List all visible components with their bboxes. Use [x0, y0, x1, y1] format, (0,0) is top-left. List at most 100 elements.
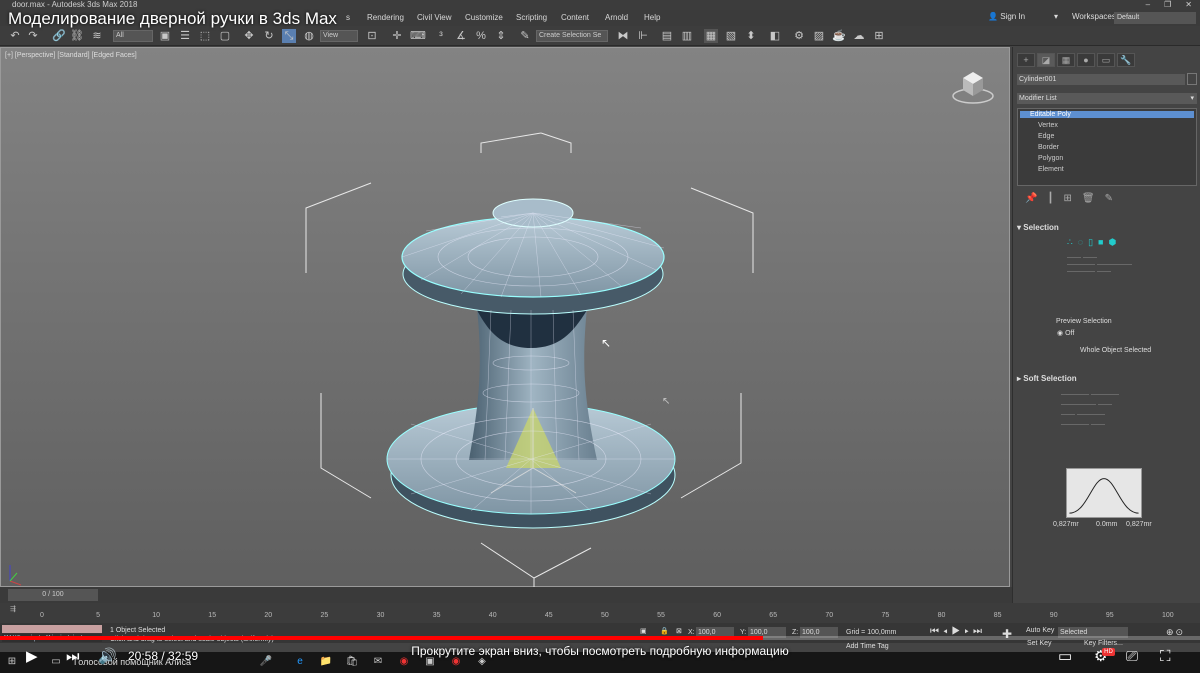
scale-icon[interactable]: ⤡: [282, 29, 296, 43]
stack-item-border[interactable]: Border: [1038, 144, 1059, 151]
bind-space-warp-icon[interactable]: ≋: [90, 29, 104, 43]
transform-mode-icon[interactable]: ⊠: [676, 627, 682, 635]
stack-item-editable-poly[interactable]: Editable Poly: [1020, 111, 1194, 118]
stack-toolbar: 📌 ┃ ⊞ 🗑 ✎: [1025, 193, 1113, 204]
make-unique-icon[interactable]: ⊞: [1063, 193, 1071, 204]
timeline-tick-label: 65: [769, 612, 778, 619]
display-tab-icon[interactable]: ▭: [1097, 53, 1115, 67]
hierarchy-tab-icon[interactable]: ▦: [1057, 53, 1075, 67]
menu-item-civil-view[interactable]: Civil View: [417, 13, 452, 22]
selection-filter-select[interactable]: All: [113, 30, 153, 42]
sign-in-button[interactable]: 👤 Sign In ▾: [988, 12, 1060, 24]
window-crossing-icon[interactable]: ▢: [218, 29, 232, 43]
undo-icon[interactable]: ↶: [8, 29, 22, 43]
remove-modifier-icon[interactable]: 🗑: [1082, 193, 1095, 204]
menu-item-content[interactable]: Content: [561, 13, 589, 22]
menu-item-scripting[interactable]: Scripting: [516, 13, 547, 22]
material-editor-icon[interactable]: ◧: [768, 29, 782, 43]
menu-item-customize[interactable]: Customize: [465, 13, 503, 22]
mirror-icon[interactable]: ⧓: [616, 29, 630, 43]
scene-explorer-icon[interactable]: ▤: [660, 29, 674, 43]
link-icon[interactable]: 🔗: [52, 29, 66, 43]
keyboard-shortcut-icon[interactable]: ⌨: [410, 29, 426, 43]
selection-rollout-title: Selection: [1023, 223, 1059, 232]
preview-selection-label: Preview Selection: [1056, 318, 1112, 325]
a360-gallery-icon[interactable]: ⊞: [872, 29, 886, 43]
maximize-icon[interactable]: ❐: [1164, 0, 1171, 10]
timeline-tick-label: 60: [713, 612, 721, 619]
disabled-option-3: ———— ——: [1067, 268, 1111, 275]
render-in-cloud-icon[interactable]: ☁: [852, 29, 866, 43]
snaps-toggle-icon[interactable]: ³: [434, 29, 448, 43]
rotate-icon[interactable]: ↻: [262, 29, 276, 43]
timeline-tick-label: 5: [96, 612, 100, 619]
pin-stack-icon[interactable]: 📌: [1025, 193, 1037, 204]
utilities-tab-icon[interactable]: 🔧: [1117, 53, 1135, 67]
video-progress-bar[interactable]: [0, 636, 1200, 640]
configure-modifier-sets-icon[interactable]: ✎: [1105, 193, 1113, 204]
minimize-icon[interactable]: –: [1146, 0, 1150, 10]
render-production-icon[interactable]: ☕: [832, 29, 846, 43]
stack-item-edge[interactable]: Edge: [1038, 133, 1054, 140]
render-setup-icon[interactable]: ⚙: [792, 29, 806, 43]
place-icon[interactable]: ◍: [302, 29, 316, 43]
stack-item-polygon[interactable]: Polygon: [1038, 155, 1063, 162]
preview-off-radio[interactable]: ◉ Off: [1057, 329, 1074, 337]
angle-snap-icon[interactable]: ∡: [454, 29, 468, 43]
auto-key-button[interactable]: Auto Key: [1026, 627, 1054, 634]
video-title[interactable]: Моделирование дверной ручки в 3ds Max: [8, 9, 337, 29]
modifier-list-label: Modifier List: [1019, 95, 1057, 102]
time-slider[interactable]: 0 / 100: [0, 587, 1012, 603]
selection-lock-icon[interactable]: ▣: [640, 627, 647, 635]
timeline-tick-label: 35: [432, 612, 441, 619]
layer-explorer-icon[interactable]: ▥: [680, 29, 694, 43]
selection-set-input[interactable]: Create Selection Se: [536, 30, 608, 42]
object-color-swatch[interactable]: [1187, 73, 1197, 85]
maxscript-listener-input[interactable]: [2, 625, 102, 633]
lock-icon[interactable]: 🔒: [660, 627, 669, 635]
edit-named-selections-icon[interactable]: ✎: [518, 29, 532, 43]
y-label: Y:: [740, 629, 747, 636]
selection-rollout[interactable]: ▾ Selection: [1017, 223, 1197, 232]
select-object-icon[interactable]: ▣: [158, 29, 172, 43]
close-icon[interactable]: ✕: [1185, 0, 1192, 10]
whole-object-selected-text: Whole Object Selected: [1080, 347, 1152, 354]
menu-item-help[interactable]: Help: [644, 13, 660, 22]
modify-tab-icon[interactable]: ◪: [1037, 53, 1055, 67]
rendered-frame-icon[interactable]: ▨: [812, 29, 826, 43]
create-tab-icon[interactable]: +: [1017, 53, 1035, 67]
align-icon[interactable]: ⊩: [636, 29, 650, 43]
workspace-select[interactable]: Default: [1114, 12, 1196, 24]
menu-item-partial[interactable]: s: [346, 13, 350, 22]
perspective-viewport[interactable]: [+] [Perspective] [Standard] [Edged Face…: [0, 47, 1011, 588]
pivot-icon[interactable]: ⊡: [365, 29, 379, 43]
stack-item-vertex[interactable]: Vertex: [1038, 122, 1058, 129]
object-name-field[interactable]: Cylinder001: [1017, 74, 1185, 85]
user-icon: 👤: [988, 12, 998, 21]
menu-item-arnold[interactable]: Arnold: [605, 13, 628, 22]
subobject-level-icons[interactable]: ∴◌▯■⬢: [1067, 237, 1121, 248]
unlink-icon[interactable]: ⛓: [70, 29, 84, 43]
reference-coordinate-select[interactable]: View: [320, 30, 358, 42]
ribbon-toggle-icon[interactable]: ▦: [704, 29, 718, 43]
redo-icon[interactable]: ↷: [26, 29, 40, 43]
timeline-ruler[interactable]: ⇶ 0 5 10 15 20 25 30 35 40 45 50 55 60 65 70 75 80 85 90 95…: [0, 603, 1200, 623]
soft-selection-title: Soft Selection: [1023, 374, 1077, 383]
manipulate-icon[interactable]: ✛: [390, 29, 404, 43]
menu-item-rendering[interactable]: Rendering: [367, 13, 404, 22]
percent-snap-icon[interactable]: %: [474, 29, 488, 43]
rectangular-selection-icon[interactable]: ⬚: [198, 29, 212, 43]
curve-editor-icon[interactable]: ▧: [724, 29, 738, 43]
soft-selection-rollout[interactable]: ▸ Soft Selection: [1017, 374, 1197, 383]
stack-item-element[interactable]: Element: [1038, 166, 1064, 173]
curve-right-label: 0,827mr: [1126, 521, 1152, 528]
select-by-name-icon[interactable]: ☰: [178, 29, 192, 43]
schematic-view-icon[interactable]: ⬍: [744, 29, 758, 43]
motion-tab-icon[interactable]: ●: [1077, 53, 1095, 67]
door-knob-model[interactable]: [1, 48, 1011, 588]
show-end-result-icon[interactable]: ┃: [1047, 193, 1053, 204]
move-icon[interactable]: ✥: [242, 29, 256, 43]
modifier-list-select[interactable]: Modifier List ▾: [1017, 93, 1197, 104]
time-slider-thumb[interactable]: 0 / 100: [8, 589, 98, 601]
spinner-snap-icon[interactable]: ⇕: [494, 29, 508, 43]
